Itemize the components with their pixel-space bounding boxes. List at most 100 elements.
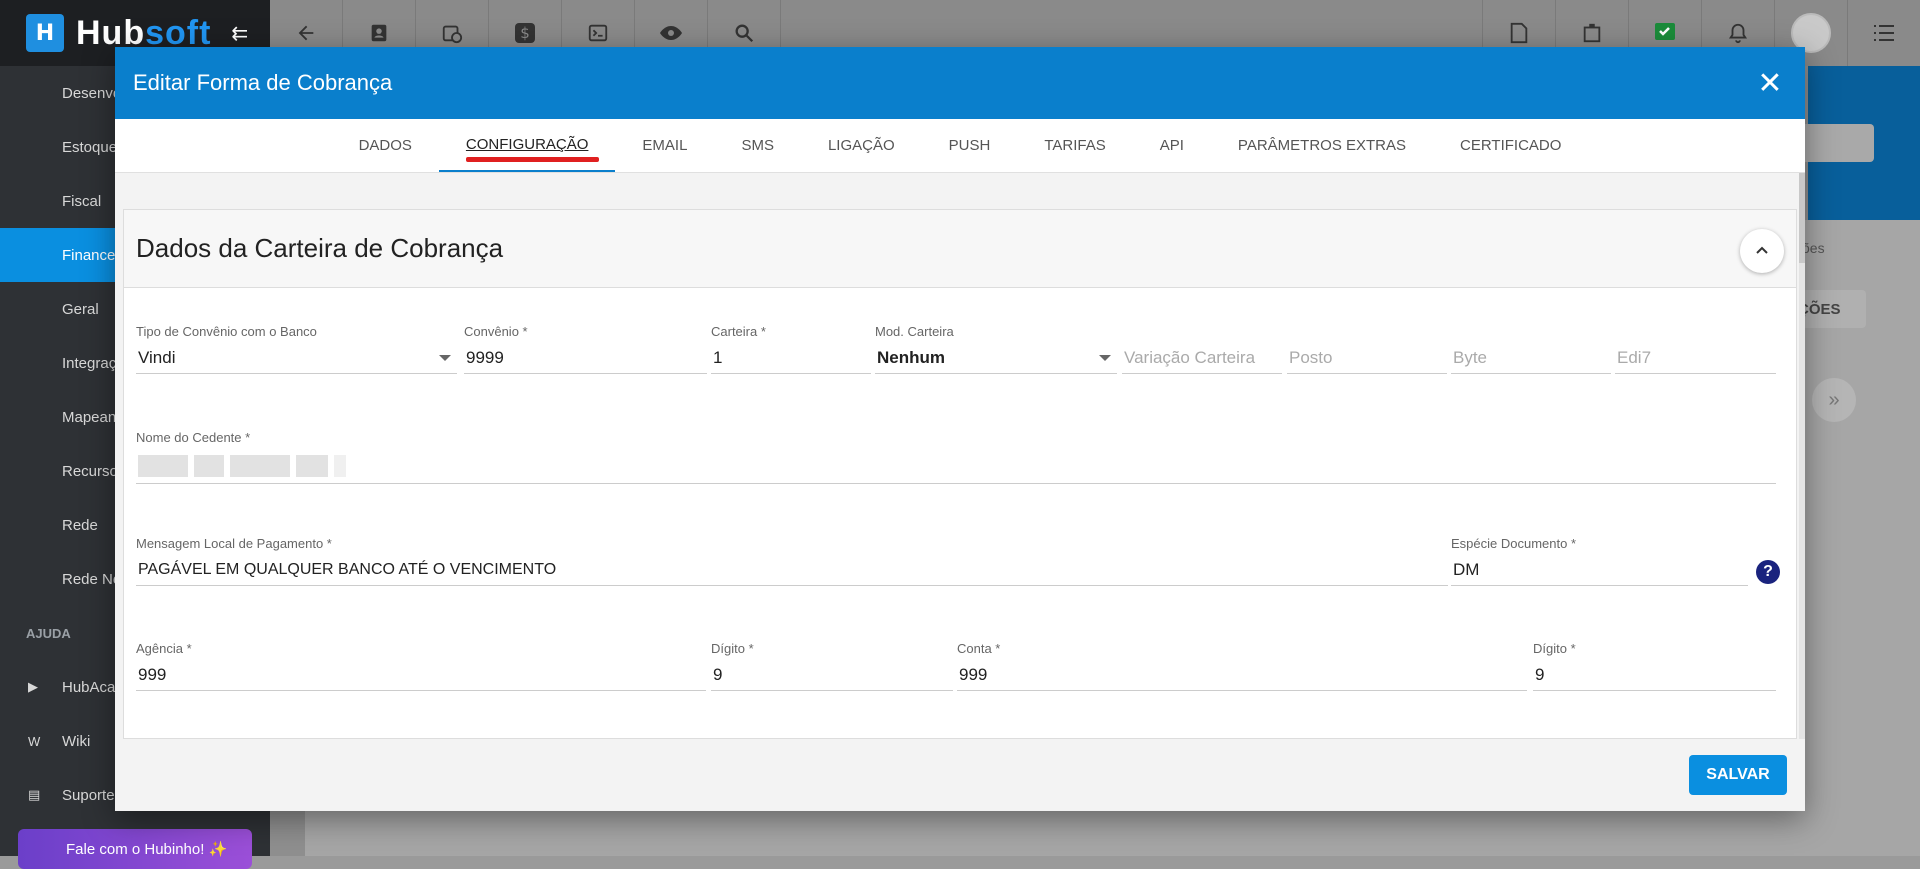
modal-tabs: DADOS CONFIGURAÇÃO EMAIL SMS LIGAÇÃO PUSH TARI… xyxy=(115,119,1805,173)
edi7-input[interactable]: Edi7 xyxy=(1615,324,1776,374)
tab-label: PUSH xyxy=(948,137,991,154)
conta-label: Conta * xyxy=(957,641,1001,656)
hubinho-button[interactable]: Fale com o Hubinho! ✨ xyxy=(18,829,252,869)
sidebar-item-label: Rede Ne xyxy=(62,570,122,588)
edi7-placeholder: Edi7 xyxy=(1615,342,1776,374)
mensagem-label: Mensagem Local de Pagamento * xyxy=(136,536,332,551)
conta-digito-value: 9 xyxy=(1533,659,1776,691)
scrollbar[interactable] xyxy=(1799,173,1805,739)
convenio-type-select[interactable]: Tipo de Convênio com o Banco Vindi xyxy=(136,324,457,374)
sidebar-item-label: Recurso xyxy=(62,462,118,480)
convenio-type-value: Vindi xyxy=(136,342,457,374)
nome-cedente-redacted xyxy=(136,448,1776,484)
close-icon[interactable]: ✕ xyxy=(1753,66,1787,101)
modal-content: Dados da Carteira de Cobrança Tipo de Co… xyxy=(115,173,1805,739)
nome-cedente-field[interactable]: Nome do Cedente * xyxy=(136,430,1776,484)
posto-input[interactable]: Posto xyxy=(1287,324,1447,374)
agencia-field[interactable]: Agência * 999 xyxy=(136,641,706,691)
agencia-digito-field[interactable]: Dígito * 9 xyxy=(711,641,953,691)
sidebar-item-label: Integraç xyxy=(62,354,117,372)
help-item-label: Suporte xyxy=(62,786,115,804)
mod-carteira-select[interactable]: Mod. Carteira Nenhum xyxy=(875,324,1117,374)
help-item-label: HubAca xyxy=(62,678,116,696)
tab-label: EMAIL xyxy=(642,137,688,154)
especie-value: DM xyxy=(1451,554,1748,586)
carteira-field[interactable]: Carteira * 1 xyxy=(711,324,871,374)
youtube-icon: ▶ xyxy=(28,679,38,694)
svg-text:$: $ xyxy=(520,24,530,42)
mensagem-pagamento-field[interactable]: Mensagem Local de Pagamento * PAGÁVEL EM… xyxy=(136,536,1448,586)
mod-carteira-label: Mod. Carteira xyxy=(875,324,954,339)
tab-1[interactable]: CONFIGURAÇÃO xyxy=(438,119,616,172)
convenio-label: Convênio * xyxy=(464,324,528,339)
chat-icon: ▤ xyxy=(28,787,41,802)
byte-input[interactable]: Byte xyxy=(1451,324,1611,374)
carteira-value: 1 xyxy=(711,342,871,374)
sidebar-item-label: Rede xyxy=(62,516,98,534)
sidebar-item-label: Estoque xyxy=(62,138,118,156)
sidebar-item-label: Desenvo xyxy=(62,84,122,102)
section-header: Dados da Carteira de Cobrança xyxy=(124,210,1796,288)
especie-label: Espécie Documento * xyxy=(1451,536,1577,551)
tab-label: API xyxy=(1159,137,1184,154)
tab-7[interactable]: API xyxy=(1133,119,1211,172)
convenio-field[interactable]: Convênio * 9999 xyxy=(464,324,707,374)
chevron-down-icon xyxy=(1099,355,1111,361)
hubinho-label: Fale com o Hubinho! ✨ xyxy=(66,841,228,858)
tab-label: CONFIGURAÇÃO xyxy=(465,136,589,153)
wallet-section-card: Dados da Carteira de Cobrança Tipo de Co… xyxy=(123,209,1797,739)
edit-billing-modal: Editar Forma de Cobrança ✕ DADOS CONFIGUR… xyxy=(115,47,1805,811)
sidebar-item-label: Fiscal xyxy=(62,192,102,210)
convenio-value: 9999 xyxy=(464,342,707,374)
tab-2[interactable]: EMAIL xyxy=(615,119,714,172)
conta-digito-field[interactable]: Dígito * 9 xyxy=(1533,641,1776,691)
agencia-digito-value: 9 xyxy=(711,659,953,691)
list-menu-icon[interactable] xyxy=(1847,0,1920,66)
tab-label: TARIFAS xyxy=(1044,137,1106,154)
tab-4[interactable]: LIGAÇÃO xyxy=(801,119,922,172)
tab-label: SMS xyxy=(741,137,774,154)
convenio-type-label: Tipo de Convênio com o Banco xyxy=(136,324,317,339)
modal-footer: SALVAR xyxy=(115,739,1805,811)
conta-value: 999 xyxy=(957,659,1527,691)
variacao-carteira-placeholder: Variação Carteira xyxy=(1122,342,1282,374)
agencia-label: Agência * xyxy=(136,641,192,656)
sidebar-item-label: Mapean xyxy=(62,408,117,426)
tab-3[interactable]: SMS xyxy=(714,119,801,172)
tab-0[interactable]: DADOS xyxy=(332,119,439,172)
conta-digito-label: Dígito * xyxy=(1533,641,1576,656)
carteira-label: Carteira * xyxy=(711,324,766,339)
help-item-label: Wiki xyxy=(62,732,91,750)
background-refresh-button xyxy=(1800,124,1874,162)
background-tab: ões xyxy=(1800,222,1895,274)
hubsoft-logo-icon: H xyxy=(26,14,64,52)
tab-9[interactable]: CERTIFICADO xyxy=(1433,119,1588,172)
help-icon[interactable]: ? xyxy=(1756,560,1780,584)
mensagem-value: PAGÁVEL EM QUALQUER BANCO ATÉ O VENCIMEN… xyxy=(136,554,1448,586)
agencia-digito-label: Dígito * xyxy=(711,641,754,656)
tab-8[interactable]: PARÂMETROS EXTRAS xyxy=(1211,119,1433,172)
wikipedia-icon: W xyxy=(28,733,41,749)
sidebar-item-label: Geral xyxy=(62,300,99,318)
tab-label: LIGAÇÃO xyxy=(827,137,895,154)
modal-header: Editar Forma de Cobrança ✕ xyxy=(115,47,1805,119)
agencia-value: 999 xyxy=(136,659,706,691)
variacao-carteira-input[interactable]: Variação Carteira xyxy=(1122,324,1282,374)
tab-5[interactable]: PUSH xyxy=(922,119,1018,172)
tab-label: CERTIFICADO xyxy=(1460,137,1562,154)
conta-field[interactable]: Conta * 999 xyxy=(957,641,1527,691)
mod-carteira-value: Nenhum xyxy=(875,342,1117,374)
modal-title: Editar Forma de Cobrança xyxy=(133,70,393,95)
chevron-up-icon[interactable] xyxy=(1740,229,1784,273)
nome-cedente-label: Nome do Cedente * xyxy=(136,430,251,445)
byte-placeholder: Byte xyxy=(1451,342,1611,374)
background-expand-icon: » xyxy=(1812,378,1856,422)
collapse-menu-icon[interactable]: ⇇ xyxy=(231,21,248,46)
tab-label: PARÂMETROS EXTRAS xyxy=(1237,137,1407,154)
especie-documento-field[interactable]: Espécie Documento * DM xyxy=(1451,536,1748,586)
tab-6[interactable]: TARIFAS xyxy=(1017,119,1132,172)
sidebar-item-label: Finance xyxy=(62,246,116,264)
tab-label: DADOS xyxy=(358,137,412,154)
chevron-down-icon xyxy=(439,355,451,361)
save-button[interactable]: SALVAR xyxy=(1689,755,1787,795)
